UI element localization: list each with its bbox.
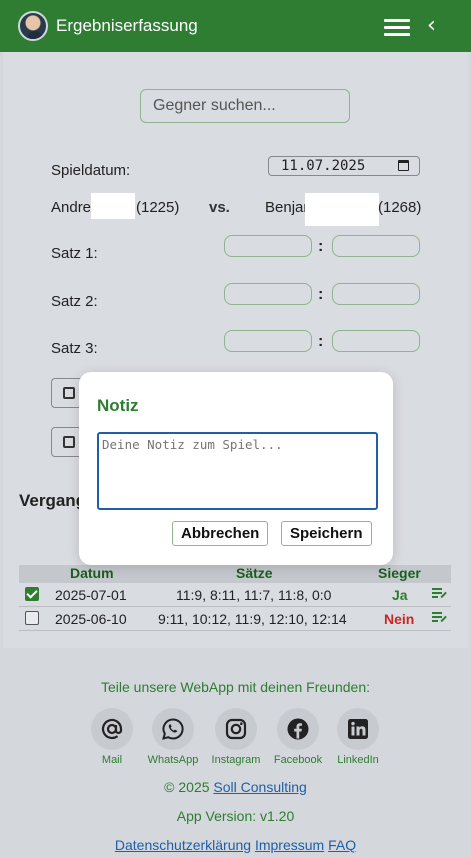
share-instagram-button[interactable] [215,708,257,750]
imprint-link[interactable]: Impressum [255,837,324,853]
row-checkbox[interactable] [25,587,39,601]
faq-link[interactable]: FAQ [328,837,356,853]
calendar-icon[interactable] [398,160,409,171]
share-mail-button[interactable] [91,708,133,750]
redaction-mask [91,193,135,219]
score-separator: : [318,238,324,255]
share-label: Instagram [211,754,261,766]
share-whatsapp-button[interactable] [152,708,194,750]
note-textarea[interactable] [97,432,378,510]
share-text: Teile unsere WebApp mit deinen Freunden: [100,679,370,695]
history-title: Vergang [19,491,87,510]
row-date: 2025-07-01 [55,587,127,603]
facebook-icon [287,718,309,740]
linkedin-icon [348,719,368,739]
column-date: Datum [70,565,114,581]
instagram-icon [225,718,247,740]
row-winner: Ja [392,587,408,603]
player1-rating: (1225) [136,199,180,216]
set3-score-b[interactable] [332,330,420,352]
column-sets: Sätze [236,565,273,581]
score-separator: : [318,333,324,350]
at-icon [101,718,123,740]
set2-score-b[interactable] [332,283,420,305]
share-label: WhatsApp [147,754,199,766]
player2-rating: (1268) [378,199,422,216]
whatsapp-icon [162,718,184,740]
opponent-search-input[interactable]: Gegner suchen... [140,89,350,123]
app-version: App Version: v1.20 [176,808,295,824]
share-label: Mail [101,754,123,766]
copyright-prefix: © 2025 [164,779,210,795]
column-winner: Sieger [378,565,421,581]
copyright: © 2025 Soll Consulting [0,779,471,795]
floppy-icon [63,436,75,448]
edit-note-icon[interactable] [432,588,447,600]
export-icon [63,387,75,399]
page-title: Ergebniserfassung [56,16,198,35]
set3-label: Satz 3: [51,340,98,357]
set1-score-a[interactable] [224,235,312,257]
share-facebook-button[interactable] [277,708,319,750]
footer-links: Datenschutzerklärung Impressum FAQ [0,837,471,853]
score-separator: : [318,286,324,303]
set3-score-a[interactable] [224,330,312,352]
row-sets: 9:11, 10:12, 11:9, 12:10, 12:14 [158,611,347,627]
avatar[interactable] [18,11,48,41]
set2-label: Satz 2: [51,293,98,310]
dialog-title: Notiz [97,396,139,415]
set1-score-b[interactable] [332,235,420,257]
save-note-button[interactable]: Speichern [281,521,372,546]
share-label: LinkedIn [337,754,379,766]
date-field[interactable]: 11.07.2025 [268,156,420,176]
edit-note-icon[interactable] [432,612,447,624]
row-checkbox[interactable] [25,611,39,625]
date-value: 11.07.2025 [281,158,366,174]
set1-label: Satz 1: [51,245,98,262]
row-date: 2025-06-10 [55,611,127,627]
date-label: Spieldatum: [51,162,131,179]
row-sets: 11:9, 8:11, 11:7, 11:8, 0:0 [176,587,332,603]
chevron-left-icon[interactable]: ‹ [427,13,436,38]
set2-score-a[interactable] [224,283,312,305]
company-link[interactable]: Soll Consulting [213,779,306,795]
privacy-link[interactable]: Datenschutzerklärung [115,837,251,853]
player2-name: Benjar [265,199,309,216]
share-linkedin-button[interactable] [337,708,379,750]
cancel-button[interactable]: Abbrechen [172,521,269,546]
vs-label: vs. [209,199,230,216]
hamburger-icon[interactable] [384,19,410,36]
note-dialog: Notiz Abbrechen Speichern [79,372,393,565]
row-winner: Nein [384,611,415,627]
redaction-mask [305,193,379,226]
